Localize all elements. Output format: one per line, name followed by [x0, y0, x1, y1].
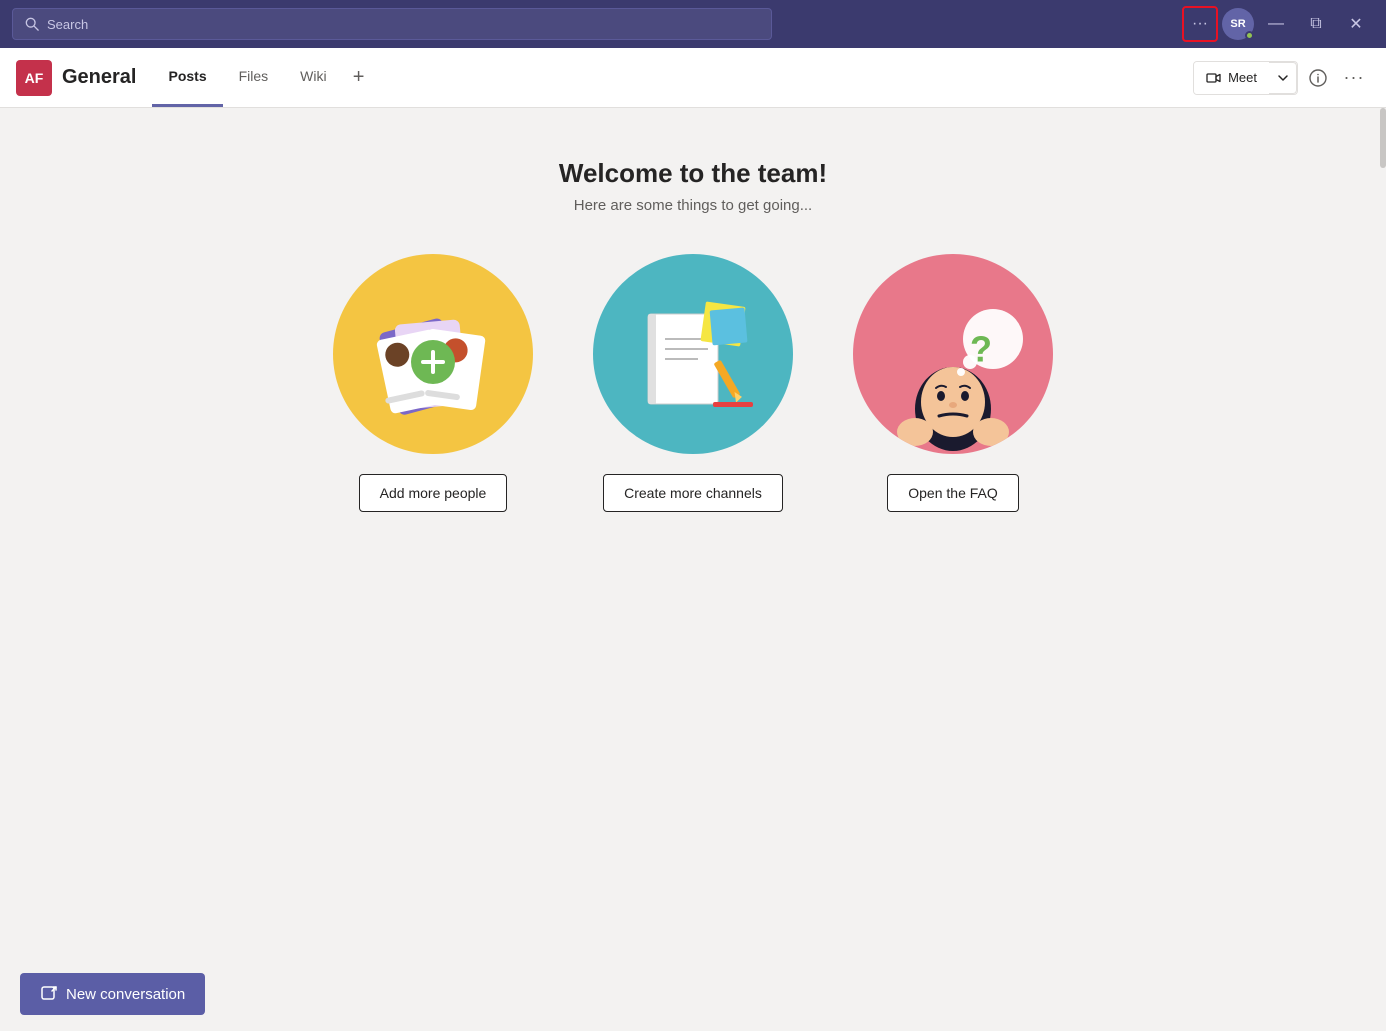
restore-button[interactable]: ⧉: [1298, 6, 1334, 42]
meet-button[interactable]: Meet: [1194, 62, 1269, 94]
welcome-subtitle: Here are some things to get going...: [574, 197, 812, 214]
tab-wiki[interactable]: Wiki: [284, 48, 342, 107]
close-button[interactable]: ✕: [1338, 6, 1374, 42]
title-bar-actions: ··· SR — ⧉ ✕: [1182, 6, 1374, 42]
open-faq-button[interactable]: Open the FAQ: [887, 474, 1019, 512]
card-create-channels: Create more channels: [593, 254, 793, 512]
header-actions: Meet ···: [1193, 61, 1370, 95]
info-button[interactable]: [1302, 62, 1334, 94]
create-channels-illustration: [593, 254, 793, 454]
search-bar[interactable]: Search: [12, 8, 772, 40]
meet-dropdown-button[interactable]: [1269, 62, 1297, 94]
minimize-button[interactable]: —: [1258, 6, 1294, 42]
card-add-people: Add more people: [333, 254, 533, 512]
video-icon: [1206, 70, 1222, 86]
search-placeholder: Search: [47, 17, 88, 32]
channel-header: AF General Posts Files Wiki + Meet: [0, 48, 1386, 108]
tab-files[interactable]: Files: [223, 48, 285, 107]
scrollbar[interactable]: [1380, 108, 1386, 168]
tab-posts[interactable]: Posts: [152, 48, 222, 107]
cards-row: Add more people: [333, 254, 1053, 512]
info-icon: [1309, 69, 1327, 87]
add-more-people-button[interactable]: Add more people: [359, 474, 508, 512]
chevron-down-icon: [1277, 72, 1289, 84]
title-bar: Search ··· SR — ⧉ ✕: [0, 0, 1386, 48]
create-more-channels-button[interactable]: Create more channels: [603, 474, 783, 512]
search-icon: [25, 17, 39, 31]
welcome-title: Welcome to the team!: [559, 158, 827, 189]
svg-text:?: ?: [970, 329, 992, 370]
main-content: Welcome to the team! Here are some thing…: [0, 108, 1386, 1031]
channel-name: General: [62, 66, 136, 89]
new-conversation-bar: New conversation: [0, 957, 1386, 1031]
faq-illustration: ?: [853, 254, 1053, 454]
channel-tabs: Posts Files Wiki +: [152, 48, 374, 107]
channel-more-button[interactable]: ···: [1338, 62, 1370, 94]
add-tab-button[interactable]: +: [343, 62, 375, 94]
add-people-illustration: [333, 254, 533, 454]
new-conversation-button[interactable]: New conversation: [20, 973, 205, 1015]
team-icon: AF: [16, 60, 52, 96]
card-faq: ? Open the FAQ: [853, 254, 1053, 512]
compose-icon: [40, 985, 58, 1003]
new-conversation-label: New conversation: [66, 986, 185, 1003]
welcome-section: Welcome to the team! Here are some thing…: [333, 108, 1053, 536]
more-options-button[interactable]: ···: [1182, 6, 1218, 42]
online-status-dot: [1245, 31, 1254, 40]
user-avatar-button[interactable]: SR: [1222, 8, 1254, 40]
